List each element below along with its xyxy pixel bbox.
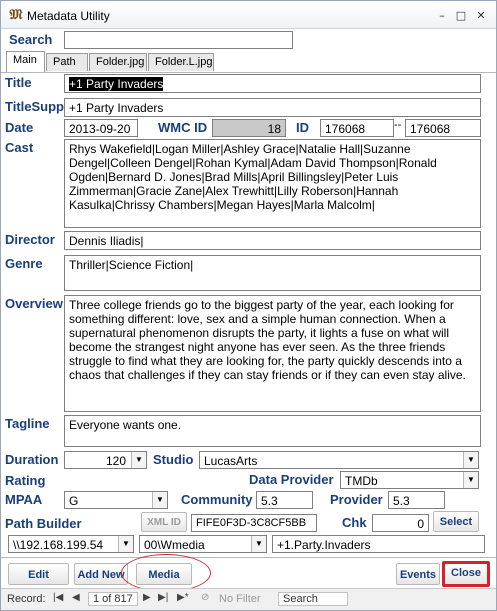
mpaa-dropdown[interactable]: G ▼ xyxy=(64,491,168,509)
id-label: ID xyxy=(296,120,309,135)
record-label: Record: xyxy=(7,593,46,605)
data-provider-label: Data Provider xyxy=(249,472,334,487)
titlesupp-label: TitleSupp xyxy=(5,99,64,114)
prev-record-icon[interactable]: ◀ xyxy=(72,592,80,603)
chevron-down-icon[interactable]: ▼ xyxy=(463,452,478,468)
chevron-down-icon[interactable]: ▼ xyxy=(118,536,133,552)
wmc-id-label: WMC ID xyxy=(158,120,208,135)
last-record-icon[interactable]: ▶| xyxy=(158,592,168,603)
community-label: Community xyxy=(181,492,253,507)
footer-divider xyxy=(1,557,496,558)
genre-label: Genre xyxy=(5,256,43,271)
data-provider-dropdown[interactable]: TMDb ▼ xyxy=(340,471,479,489)
close-button[interactable]: Close xyxy=(442,561,490,587)
minimize-button[interactable]: – xyxy=(435,9,449,23)
chk-field[interactable]: 0 xyxy=(372,514,429,532)
titlesupp-field[interactable]: +1 Party Invaders xyxy=(64,98,481,117)
app-icon: 𝔐 xyxy=(9,7,23,23)
tagline-label: Tagline xyxy=(5,416,50,431)
rating-label: Rating xyxy=(5,473,46,488)
data-provider-value: TMDb xyxy=(345,474,378,488)
metadata-utility-window: 𝔐 Metadata Utility – □ ✕ Search Main Pat… xyxy=(0,0,497,611)
title-field[interactable]: +1 Party Invaders xyxy=(64,74,481,93)
add-new-button[interactable]: Add New xyxy=(74,563,128,585)
tab-folder-l-jpg[interactable]: Folder.L.jpg xyxy=(148,53,214,71)
genre-field[interactable]: Thriller|Science Fiction| xyxy=(64,255,481,291)
media-highlight-circle xyxy=(121,554,211,592)
hash-field[interactable]: FIFE0F3D-3C8CF5BB xyxy=(191,514,317,532)
chevron-down-icon[interactable]: ▼ xyxy=(463,472,478,488)
filter-icon[interactable]: ⊘ xyxy=(201,592,209,603)
studio-value: LucasArts xyxy=(204,454,258,468)
id-field-2[interactable]: 176068 xyxy=(405,119,481,137)
id-field[interactable]: 176068 xyxy=(320,119,394,137)
record-navigation-bar: Record: |◀ ◀ 1 of 817 ▶ ▶| ▶* ⊘ No Filte… xyxy=(1,588,496,610)
chevron-down-icon[interactable]: ▼ xyxy=(251,536,266,552)
tab-folder-jpg[interactable]: Folder.jpg xyxy=(89,53,147,71)
events-button[interactable]: Events xyxy=(396,563,440,585)
date-label: Date xyxy=(5,120,34,135)
new-record-icon[interactable]: ▶* xyxy=(177,592,189,603)
tab-divider xyxy=(1,72,496,73)
duration-value: 120 xyxy=(105,454,126,468)
xml-id-button[interactable]: XML ID xyxy=(141,512,187,532)
share-value: 00\Wmedia xyxy=(144,538,205,552)
server-dropdown[interactable]: \\192.168.199.54 ▼ xyxy=(8,535,134,553)
duration-field[interactable]: 120 ▼ xyxy=(64,451,147,469)
community-field[interactable]: 5.3 xyxy=(256,491,313,509)
director-field[interactable]: Dennis Iliadis| xyxy=(64,231,481,250)
chevron-down-icon[interactable]: ▼ xyxy=(131,452,146,468)
path-builder-label: Path Builder xyxy=(5,516,82,531)
record-position[interactable]: 1 of 817 xyxy=(88,592,138,606)
tagline-field[interactable]: Everyone wants one. xyxy=(64,415,481,447)
edit-record-button[interactable]: Edit Record xyxy=(8,563,69,603)
duration-label: Duration xyxy=(5,452,59,467)
search-label: Search xyxy=(9,32,53,47)
filter-status[interactable]: No Filter xyxy=(219,593,261,605)
cast-field[interactable]: Rhys Wakefield|Logan Miller|Ashley Grace… xyxy=(64,139,481,228)
provider-field[interactable]: 5.3 xyxy=(388,491,445,509)
overview-label: Overview xyxy=(5,296,63,311)
window-title: Metadata Utility xyxy=(27,9,110,23)
id-range-separator: -- xyxy=(394,119,402,131)
first-record-icon[interactable]: |◀ xyxy=(53,592,63,603)
title-field-value: +1 Party Invaders xyxy=(69,77,164,91)
studio-label: Studio xyxy=(153,452,194,467)
provider-label: Provider xyxy=(330,492,383,507)
chk-label: Chk xyxy=(342,515,367,530)
share-dropdown[interactable]: 00\Wmedia ▼ xyxy=(139,535,267,553)
select-button[interactable]: Select xyxy=(433,511,479,532)
title-bar: 𝔐 Metadata Utility – □ ✕ xyxy=(1,1,496,29)
mpaa-value: G xyxy=(69,494,79,508)
cast-label: Cast xyxy=(5,140,34,155)
director-label: Director xyxy=(5,232,55,247)
studio-dropdown[interactable]: LucasArts ▼ xyxy=(199,451,479,469)
tab-path[interactable]: Path xyxy=(46,53,88,71)
chevron-down-icon[interactable]: ▼ xyxy=(152,492,167,508)
next-record-icon[interactable]: ▶ xyxy=(143,592,151,603)
close-window-button[interactable]: ✕ xyxy=(474,9,488,23)
date-field[interactable]: 2013-09-20 xyxy=(64,119,138,137)
tab-main[interactable]: Main xyxy=(6,51,45,72)
maximize-button[interactable]: □ xyxy=(454,9,468,23)
overview-field[interactable]: Three college friends go to the biggest … xyxy=(64,295,481,412)
folder-field[interactable]: +1.Party.Invaders xyxy=(272,535,485,553)
title-label: Title xyxy=(5,75,32,90)
wmc-id-field[interactable]: 18 xyxy=(212,119,286,137)
search-input[interactable] xyxy=(64,31,293,49)
search-box[interactable]: Search xyxy=(278,592,348,606)
mpaa-label: MPAA xyxy=(5,492,43,507)
server-value: \\192.168.199.54 xyxy=(13,538,104,552)
